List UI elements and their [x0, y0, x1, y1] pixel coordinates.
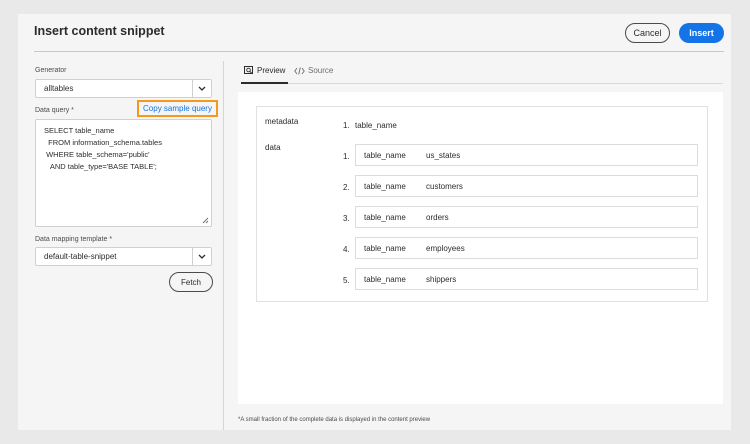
row-key: table_name — [364, 182, 406, 191]
metadata-label: metadata — [265, 117, 299, 126]
row-value: shippers — [426, 275, 457, 284]
data-row: table_name employees — [355, 237, 698, 259]
cancel-button[interactable]: Cancel — [625, 23, 670, 43]
insert-snippet-dialog: Insert content snippet Cancel Insert Gen… — [18, 14, 731, 430]
preview-panel: metadata 1. table_name data 1. table_nam… — [238, 92, 723, 404]
generator-value: alltables — [44, 84, 74, 93]
resize-handle-icon[interactable] — [202, 217, 209, 224]
mapping-template-select[interactable]: default-table-snippet — [35, 247, 212, 266]
row-number: 1. — [343, 152, 350, 161]
header-divider — [34, 51, 724, 52]
chevron-down-icon[interactable] — [192, 248, 211, 265]
tab-source-label: Source — [308, 66, 334, 75]
row-key: table_name — [364, 213, 406, 222]
tab-preview[interactable]: Preview — [244, 66, 285, 75]
query-line: SELECT table_name — [44, 126, 115, 135]
metadata-item-number: 1. — [343, 121, 350, 130]
data-row: table_name us_states — [355, 144, 698, 166]
active-tab-indicator — [241, 82, 288, 84]
row-number: 2. — [343, 183, 350, 192]
insert-button[interactable]: Insert — [679, 23, 724, 43]
data-label: data — [265, 143, 281, 152]
tabs-divider — [241, 83, 723, 84]
row-value: customers — [426, 182, 463, 191]
code-icon — [294, 66, 305, 75]
query-line: AND table_type='BASE TABLE'; — [44, 162, 157, 171]
row-key: table_name — [364, 275, 406, 284]
tab-source[interactable]: Source — [294, 66, 333, 75]
copy-sample-query-link[interactable]: Copy sample query — [137, 100, 218, 117]
row-key: table_name — [364, 151, 406, 160]
query-line: WHERE table_schema='public' — [44, 150, 150, 159]
row-number: 5. — [343, 276, 350, 285]
preview-icon — [244, 66, 253, 74]
data-query-textarea[interactable]: SELECT table_name FROM information_schem… — [35, 119, 212, 227]
data-row: table_name shippers — [355, 268, 698, 290]
data-row: table_name orders — [355, 206, 698, 228]
data-query-label: Data query * — [35, 107, 74, 114]
row-value: us_states — [426, 151, 461, 160]
dialog-title: Insert content snippet — [34, 24, 165, 38]
mapping-template-label: Data mapping template * — [35, 236, 113, 243]
fetch-button[interactable]: Fetch — [169, 272, 213, 292]
query-line: FROM information_schema.tables — [44, 138, 162, 147]
tab-preview-label: Preview — [257, 66, 286, 75]
preview-content: metadata 1. table_name data 1. table_nam… — [256, 106, 708, 302]
row-number: 4. — [343, 245, 350, 254]
row-value: orders — [426, 213, 449, 222]
mapping-template-value: default-table-snippet — [44, 252, 117, 261]
metadata-item: table_name — [355, 121, 397, 130]
row-number: 3. — [343, 214, 350, 223]
data-row: table_name customers — [355, 175, 698, 197]
chevron-down-icon[interactable] — [192, 80, 211, 97]
row-key: table_name — [364, 244, 406, 253]
row-value: employees — [426, 244, 465, 253]
column-divider — [223, 61, 224, 430]
generator-select[interactable]: alltables — [35, 79, 212, 98]
generator-label: Generator — [35, 67, 67, 74]
preview-footnote: *A small fraction of the complete data i… — [238, 417, 431, 423]
